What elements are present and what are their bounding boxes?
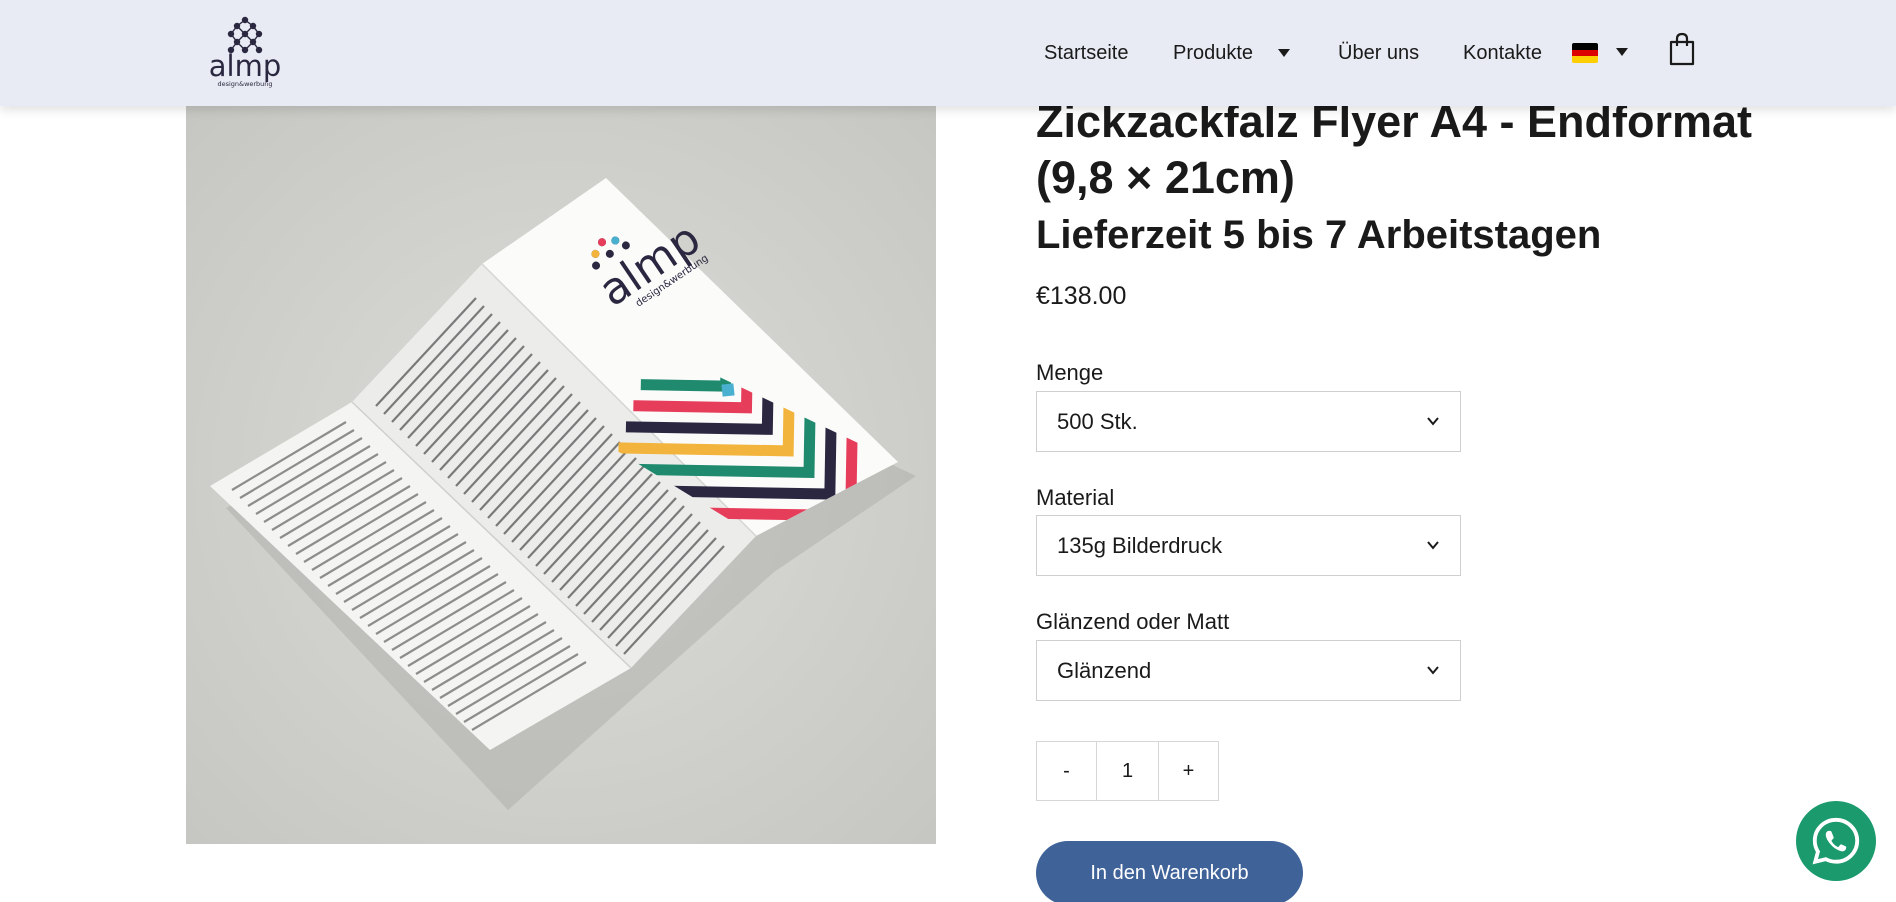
produkte-dropdown-caret-icon[interactable] — [1278, 49, 1290, 57]
material-value: 135g Bilderdruck — [1057, 533, 1223, 558]
material-select[interactable]: 135g Bilderdruck — [1036, 515, 1461, 576]
svg-text:design&werbung: design&werbung — [217, 80, 272, 88]
chevron-down-icon — [1427, 541, 1439, 550]
menge-label: Menge — [1036, 360, 1104, 385]
whatsapp-icon — [1812, 817, 1860, 865]
finish-label: Glänzend oder Matt — [1036, 609, 1230, 634]
delivery-time: Lieferzeit 5 bis 7 Arbeitstagen — [1036, 213, 1602, 257]
quantity-input[interactable]: 1 — [1097, 741, 1158, 801]
menge-value: 500 Stk. — [1057, 409, 1138, 434]
product-image: almp design&werbung — [186, 106, 936, 844]
finish-select[interactable]: Glänzend — [1036, 640, 1461, 701]
material-label: Material — [1036, 485, 1115, 510]
language-dropdown-caret-icon[interactable] — [1616, 48, 1628, 56]
finish-value: Glänzend — [1057, 658, 1152, 683]
nav-produkte[interactable]: Produkte — [1173, 38, 1253, 68]
add-to-cart-button[interactable]: In den Warenkorb — [1036, 841, 1303, 902]
whatsapp-chat-button[interactable] — [1796, 801, 1876, 881]
site-header: almp design&werbung Startseite Produkte … — [0, 0, 1896, 106]
product-price: €138.00 — [1036, 282, 1127, 310]
nav-kontakte[interactable]: Kontakte — [1463, 38, 1542, 68]
increment-button[interactable]: + — [1158, 741, 1219, 801]
shopping-bag-icon[interactable] — [1668, 32, 1696, 66]
main-nav: Startseite Produkte Über uns Kontakte — [0, 38, 1896, 68]
chevron-down-icon — [1427, 417, 1439, 426]
de-flag-icon[interactable] — [1572, 43, 1598, 63]
nav-ueber-uns[interactable]: Über uns — [1338, 38, 1419, 68]
decrement-button[interactable]: - — [1036, 741, 1097, 801]
product-title: Zickzackfalz Flyer A4 - Endformat (9,8 ×… — [1036, 96, 1753, 203]
chevron-down-icon — [1427, 666, 1439, 675]
nav-startseite[interactable]: Startseite — [1044, 38, 1128, 68]
menge-select[interactable]: 500 Stk. — [1036, 391, 1461, 452]
quantity-stepper: - 1 + — [1036, 741, 1219, 801]
